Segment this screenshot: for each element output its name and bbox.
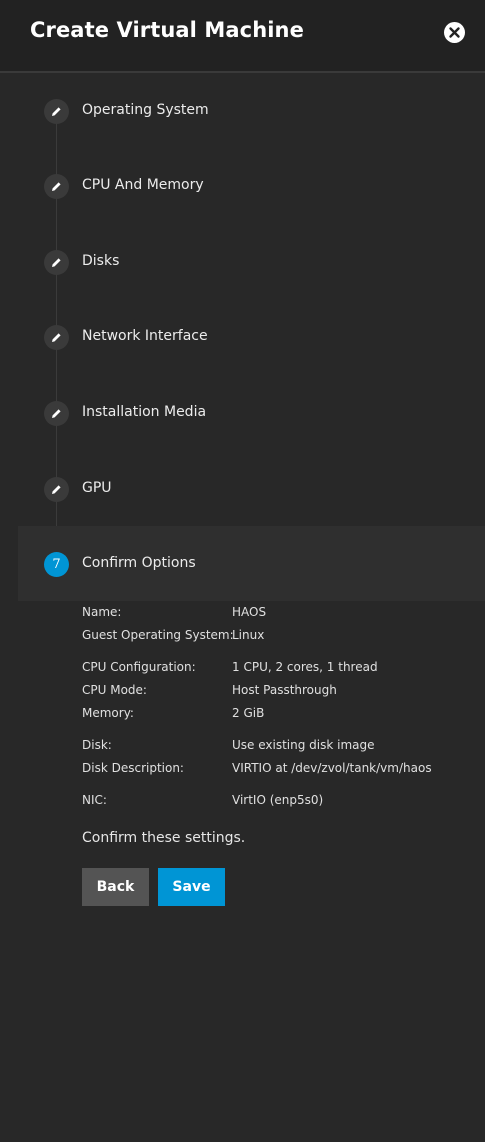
summary-label: NIC: [82,793,107,807]
step-number-badge: 7 [44,552,69,577]
summary-value: HAOS [232,605,267,619]
step-confirm-options[interactable]: 7 Confirm Options [18,526,485,601]
step-network-interface[interactable]: Network Interface [18,299,485,374]
edit-icon [44,99,69,124]
step-cpu-and-memory[interactable]: CPU And Memory [18,148,485,223]
step-disks[interactable]: Disks [18,224,485,299]
summary-value: 1 CPU, 2 cores, 1 thread [232,660,378,674]
step-label: Network Interface [82,328,208,344]
confirm-message: Confirm these settings. [82,830,246,846]
summary-row-cpu-mode: CPU Mode: Host Passthrough [82,682,472,705]
summary-value: VirtIO (enp5s0) [232,793,324,807]
step-label: Disks [82,253,120,269]
step-number: 7 [52,557,61,572]
step-label: Confirm Options [82,555,196,571]
summary-label: CPU Mode: [82,683,147,697]
summary-row-name: Name: HAOS [82,604,472,627]
summary-value: Use existing disk image [232,738,375,752]
edit-icon [44,477,69,502]
summary-row-cpu-config: CPU Configuration: 1 CPU, 2 cores, 1 thr… [82,659,472,682]
summary-label: Memory: [82,706,134,720]
summary-label: CPU Configuration: [82,660,196,674]
summary-row-memory: Memory: 2 GiB [82,705,472,728]
step-installation-media[interactable]: Installation Media [18,375,485,450]
edit-icon [44,174,69,199]
summary-row-disk-description: Disk Description: VIRTIO at /dev/zvol/ta… [82,760,472,783]
summary-value: VIRTIO at /dev/zvol/tank/vm/haos [232,761,432,775]
summary-row-nic: NIC: VirtIO (enp5s0) [82,792,472,815]
summary-value: 2 GiB [232,706,265,720]
edit-icon [44,250,69,275]
step-operating-system[interactable]: Operating System [18,73,485,148]
summary-value: Host Passthrough [232,683,337,697]
step-label: Operating System [82,102,209,118]
summary-label: Disk: [82,738,112,752]
summary-label: Name: [82,605,122,619]
step-label: Installation Media [82,404,207,420]
close-button[interactable] [444,22,465,43]
step-label: CPU And Memory [82,177,204,193]
step-gpu[interactable]: GPU [18,451,485,526]
edit-icon [44,325,69,350]
panel-header: Create Virtual Machine [0,0,485,73]
step-label: GPU [82,480,112,496]
create-vm-panel: Create Virtual Machine Operating System … [0,0,485,1142]
summary-label: Disk Description: [82,761,184,775]
back-button[interactable]: Back [82,868,149,906]
summary-value: Linux [232,628,265,642]
summary-row-guest-os: Guest Operating System: Linux [82,627,472,650]
save-button[interactable]: Save [158,868,225,906]
confirm-summary: Name: HAOS Guest Operating System: Linux… [82,604,472,815]
summary-label: Guest Operating System: [82,628,234,642]
edit-icon [44,401,69,426]
summary-row-disk: Disk: Use existing disk image [82,737,472,760]
close-icon [449,27,460,38]
page-title: Create Virtual Machine [30,18,304,42]
